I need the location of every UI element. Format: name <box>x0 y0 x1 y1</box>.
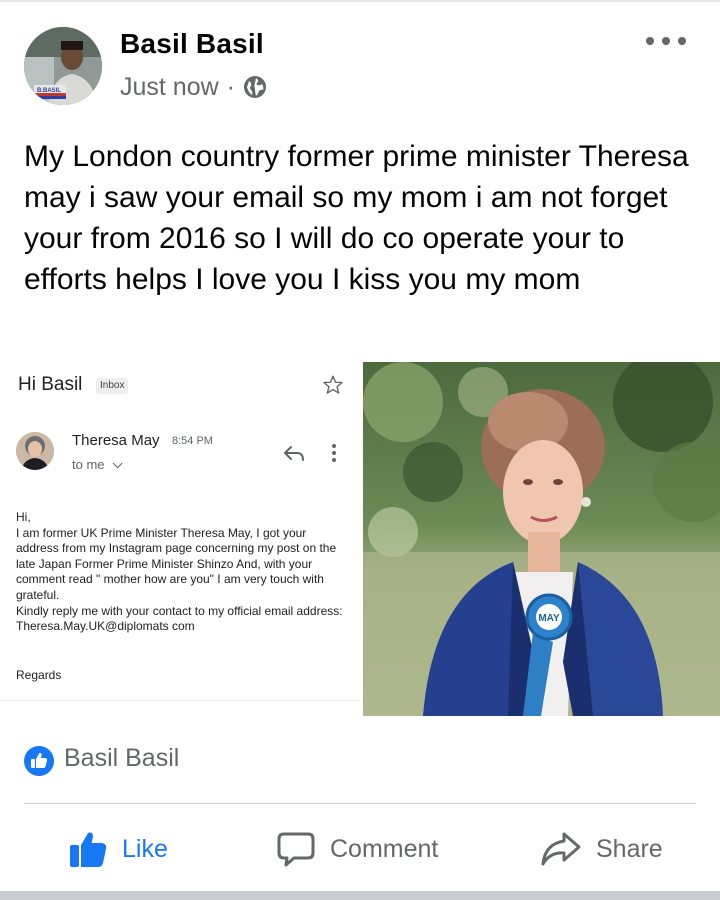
inbox-badge: Inbox <box>96 378 129 394</box>
share-label: Share <box>596 834 663 863</box>
comment-button[interactable]: Comment <box>276 826 438 872</box>
share-button[interactable]: Share <box>540 826 663 872</box>
email-body: Hi, I am former UK Prime Minister Theres… <box>16 510 350 635</box>
avatar-badge-text: B.BASIL <box>37 88 61 94</box>
reaction-names[interactable]: Basil Basil <box>64 744 179 773</box>
email-body-line: Theresa.May.UK@diplomats com <box>16 619 195 634</box>
avatar[interactable]: B.BASIL <box>24 27 102 105</box>
reply-icon <box>284 446 304 461</box>
dot <box>662 37 670 45</box>
email-subject: Hi Basil <box>18 374 83 395</box>
comment-label: Comment <box>330 834 439 863</box>
recipient-line: to me <box>72 457 123 472</box>
like-label: Like <box>122 834 168 863</box>
globe-icon[interactable] <box>243 75 267 99</box>
email-body-line: Kindly reply me with your contact to my … <box>16 603 343 618</box>
recipient-text: to me <box>72 457 105 472</box>
email-regards: Regards <box>16 668 62 682</box>
bottom-bar <box>0 891 720 900</box>
star-icon <box>323 375 343 394</box>
share-icon <box>541 832 581 866</box>
dot <box>332 451 336 455</box>
author-name[interactable]: Basil Basil <box>120 28 264 60</box>
dot <box>678 37 686 45</box>
sender-time: 8:54 PM <box>172 435 213 447</box>
dot <box>332 444 336 448</box>
chevron-down-icon <box>112 458 123 469</box>
top-border <box>0 0 720 2</box>
email-divider <box>0 700 358 701</box>
sender-avatar <box>16 432 54 470</box>
email-body-line: Hi, <box>16 510 31 524</box>
dot <box>646 37 654 45</box>
like-icon[interactable] <box>24 746 54 776</box>
post-photo[interactable]: MAY <box>363 362 720 716</box>
post-timestamp[interactable]: Just now <box>120 73 219 102</box>
dot <box>332 458 336 462</box>
comment-icon <box>277 832 315 867</box>
like-button[interactable]: Like <box>68 826 168 872</box>
sender-name: Theresa May <box>72 432 160 449</box>
more-horizontal-icon[interactable] <box>646 30 686 52</box>
meta-separator: · <box>226 72 235 101</box>
rosette-text: MAY <box>538 613 560 624</box>
thumbs-up-icon <box>70 832 107 867</box>
email-body-line: I am former UK Prime Minister Theresa Ma… <box>16 525 337 602</box>
post-text: My London country former prime minister … <box>24 140 689 296</box>
email-screenshot[interactable]: Hi Basil Inbox Theresa May 8:54 PM to me… <box>0 362 358 716</box>
actions-divider <box>24 803 696 804</box>
post-meta: Just now · <box>120 71 267 103</box>
more-vertical-icon <box>332 444 336 462</box>
